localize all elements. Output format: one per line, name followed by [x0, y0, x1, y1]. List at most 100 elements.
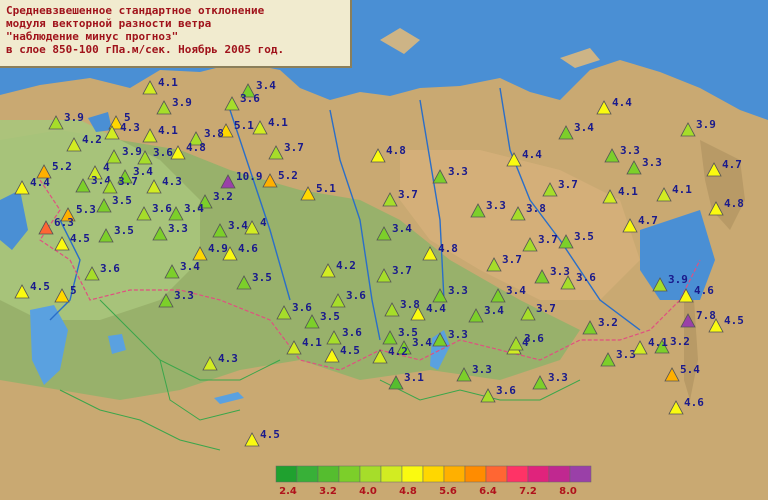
station-value-label: 3.4 — [506, 284, 526, 297]
station-value-label: 5.4 — [680, 363, 700, 376]
station-value-label: 3.9 — [64, 111, 84, 124]
station-value-label: 4.2 — [336, 259, 356, 272]
station-value-label: 4.5 — [340, 344, 360, 357]
station-value-label: 3.6 — [576, 271, 596, 284]
legend-swatch — [464, 465, 487, 483]
station-value-label: 3.7 — [118, 175, 138, 188]
station-value-label: 3.7 — [536, 302, 556, 315]
station-value-label: 5.2 — [278, 169, 298, 182]
station-value-label: 3.6 — [152, 202, 172, 215]
station-value-label: 3.3 — [486, 199, 506, 212]
station-value-label: 4.5 — [260, 428, 280, 441]
map-title-box: Средневзвешенное стандартное отклонение … — [0, 0, 352, 68]
station-value-label: 3.7 — [398, 188, 418, 201]
legend-label: 2.4 — [279, 486, 297, 497]
station-value-label: 5.2 — [52, 160, 72, 173]
station-value-label: 3.2 — [670, 335, 690, 348]
station-value-label: 3.3 — [642, 156, 662, 169]
station-value-label: 3.3 — [174, 289, 194, 302]
title-line-3: "наблюдение минус прогноз" — [6, 30, 179, 43]
station-value-label: 5.1 — [234, 119, 254, 132]
station-value-label: 3.6 — [496, 384, 516, 397]
station-value-label: 3.9 — [696, 118, 716, 131]
station-value-label: 3.4 — [412, 336, 432, 349]
station-value-label: 4.4 — [426, 302, 446, 315]
station-value-label: 3.4 — [484, 304, 504, 317]
station-value-label: 4.7 — [722, 158, 742, 171]
title-line-4: в слое 850-100 гПа.м/сек. Ноябрь 2005 го… — [6, 43, 285, 56]
station-value-label: 3.9 — [122, 145, 142, 158]
station-value-label: 4.7 — [638, 214, 658, 227]
station-value-label: 3.3 — [448, 284, 468, 297]
station-value-label: 3.6 — [100, 262, 120, 275]
station-value-label: 3.3 — [620, 144, 640, 157]
station-value-label: 4.3 — [218, 352, 238, 365]
legend-label: 4.0 — [359, 486, 377, 497]
station-value-label: 4.1 — [158, 124, 178, 137]
station-value-label: 5 — [70, 284, 77, 297]
station-value-label: 5.1 — [316, 182, 336, 195]
title-line-1: Средневзвешенное стандартное отклонение — [6, 4, 265, 17]
station-value-label: 4.3 — [120, 121, 140, 134]
station-value-label: 3.4 — [180, 260, 200, 273]
station-value-label: 4.9 — [208, 242, 228, 255]
station-value-label: 4.2 — [388, 345, 408, 358]
station-value-label: 4.6 — [684, 396, 704, 409]
station-value-label: 3.7 — [392, 264, 412, 277]
station-value-label: 3.4 — [574, 121, 594, 134]
station-value-label: 3.9 — [668, 273, 688, 286]
station-value-label: 4.1 — [302, 336, 322, 349]
station-value-label: 4.4 — [612, 96, 632, 109]
station-value-label: 3.3 — [550, 265, 570, 278]
station-value-label: 3.5 — [112, 194, 132, 207]
legend-swatch — [548, 465, 571, 483]
station-value-label: 4.1 — [648, 336, 668, 349]
station-value-label: 4.8 — [386, 144, 406, 157]
legend-swatch — [422, 465, 445, 483]
station-value-label: 4.4 — [522, 148, 542, 161]
station-value-label: 3.5 — [252, 271, 272, 284]
station-value-label: 3.7 — [502, 253, 522, 266]
title-line-2: модуля векторной разности ветра — [6, 17, 212, 30]
station-value-label: 3.4 — [256, 79, 276, 92]
station-value-label: 3.5 — [320, 310, 340, 323]
station-value-label: 4.1 — [618, 185, 638, 198]
station-value-label: 4.1 — [268, 116, 288, 129]
station-value-label: 3.4 — [184, 202, 204, 215]
station-value-label: 3.6 — [292, 301, 312, 314]
station-value-label: 4.5 — [70, 232, 90, 245]
station-value-label: 3.2 — [213, 190, 233, 203]
station-value-label: 3.4 — [392, 222, 412, 235]
station-value-label: 4.8 — [724, 197, 744, 210]
station-value-label: 4.1 — [158, 76, 178, 89]
weather-map: 4.1 3.4 3.9 3.6 3.9 5 4.1 5.1 3.8 4.3 4.1 4.2 3.9 3.6… — [0, 0, 768, 500]
station-value-label: 7.8 — [696, 309, 716, 322]
legend-swatch — [443, 465, 466, 483]
legend-label: 4.8 — [399, 486, 417, 497]
station-value-label: 4.5 — [724, 314, 744, 327]
station-value-label: 3.7 — [558, 178, 578, 191]
station-value-label: 3.6 — [240, 92, 260, 105]
legend-swatch — [338, 465, 361, 483]
station-value-label: 6.3 — [54, 216, 74, 229]
station-value-label: 3.3 — [548, 371, 568, 384]
station-value-label: 3.9 — [172, 96, 192, 109]
legend-swatch — [485, 465, 508, 483]
station-value-label: 3.5 — [114, 224, 134, 237]
legend-swatch — [275, 465, 298, 483]
station-value-label: 3.7 — [538, 233, 558, 246]
station-value-label: 3.4 — [228, 219, 248, 232]
legend-swatch — [317, 465, 340, 483]
station-value-label: 3.3 — [448, 165, 468, 178]
station-value-label: 4.1 — [672, 183, 692, 196]
station-value-label: 3.3 — [448, 328, 468, 341]
station-value-label: 3.2 — [598, 316, 618, 329]
station-value-label: 4.4 — [30, 176, 50, 189]
station-value-label: 3.1 — [404, 371, 424, 384]
legend-label: 6.4 — [479, 486, 497, 497]
station-value-label: 4.8 — [186, 141, 206, 154]
station-value-label: 3.6 — [153, 146, 173, 159]
legend-swatch — [569, 465, 592, 483]
legend-label: 8.0 — [559, 486, 577, 497]
station-value-label: 3.6 — [346, 289, 366, 302]
